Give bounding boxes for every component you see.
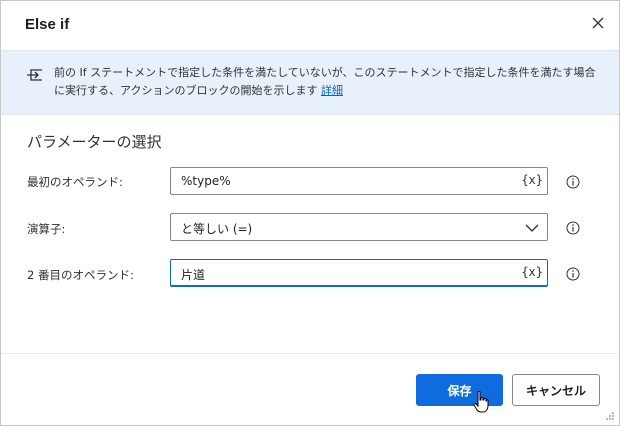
first-operand-value: %type% bbox=[181, 174, 231, 188]
cancel-button[interactable]: キャンセル bbox=[512, 374, 600, 406]
else-if-dialog: Else if 前の If ステートメントで指定した条件を満たしていないが、この… bbox=[0, 0, 620, 426]
close-icon[interactable] bbox=[590, 15, 606, 31]
branch-arrow-icon bbox=[27, 69, 42, 81]
details-link[interactable]: 詳細 bbox=[321, 84, 343, 97]
variable-picker-button[interactable]: {x} bbox=[521, 265, 543, 279]
second-operand-label: 2 番目のオペランド: bbox=[27, 268, 134, 282]
section-title: パラメーターの選択 bbox=[27, 133, 162, 151]
second-operand-value: 片道 bbox=[181, 268, 206, 282]
info-description: 前の If ステートメントで指定した条件を満たしていないが、このステートメントで… bbox=[54, 64, 606, 100]
second-operand-input[interactable]: 片道 {x} bbox=[170, 259, 548, 287]
operator-value: と等しい (=) bbox=[181, 222, 253, 236]
chevron-down-icon[interactable] bbox=[525, 223, 539, 233]
info-banner: 前の If ステートメントで指定した条件を満たしていないが、このステートメントで… bbox=[1, 50, 619, 115]
operator-label: 演算子: bbox=[27, 222, 66, 236]
save-button[interactable]: 保存 bbox=[416, 374, 503, 406]
footer-divider bbox=[1, 353, 619, 354]
dialog-title: Else if bbox=[25, 16, 70, 33]
first-operand-input[interactable]: %type% {x} bbox=[170, 167, 548, 195]
operator-select[interactable]: と等しい (=) bbox=[170, 213, 548, 241]
help-icon[interactable] bbox=[566, 221, 580, 235]
variable-picker-button[interactable]: {x} bbox=[521, 173, 543, 187]
help-icon[interactable] bbox=[566, 175, 580, 189]
help-icon[interactable] bbox=[566, 267, 580, 281]
first-operand-label: 最初のオペランド: bbox=[27, 175, 123, 189]
resize-grip-icon[interactable] bbox=[605, 411, 615, 421]
